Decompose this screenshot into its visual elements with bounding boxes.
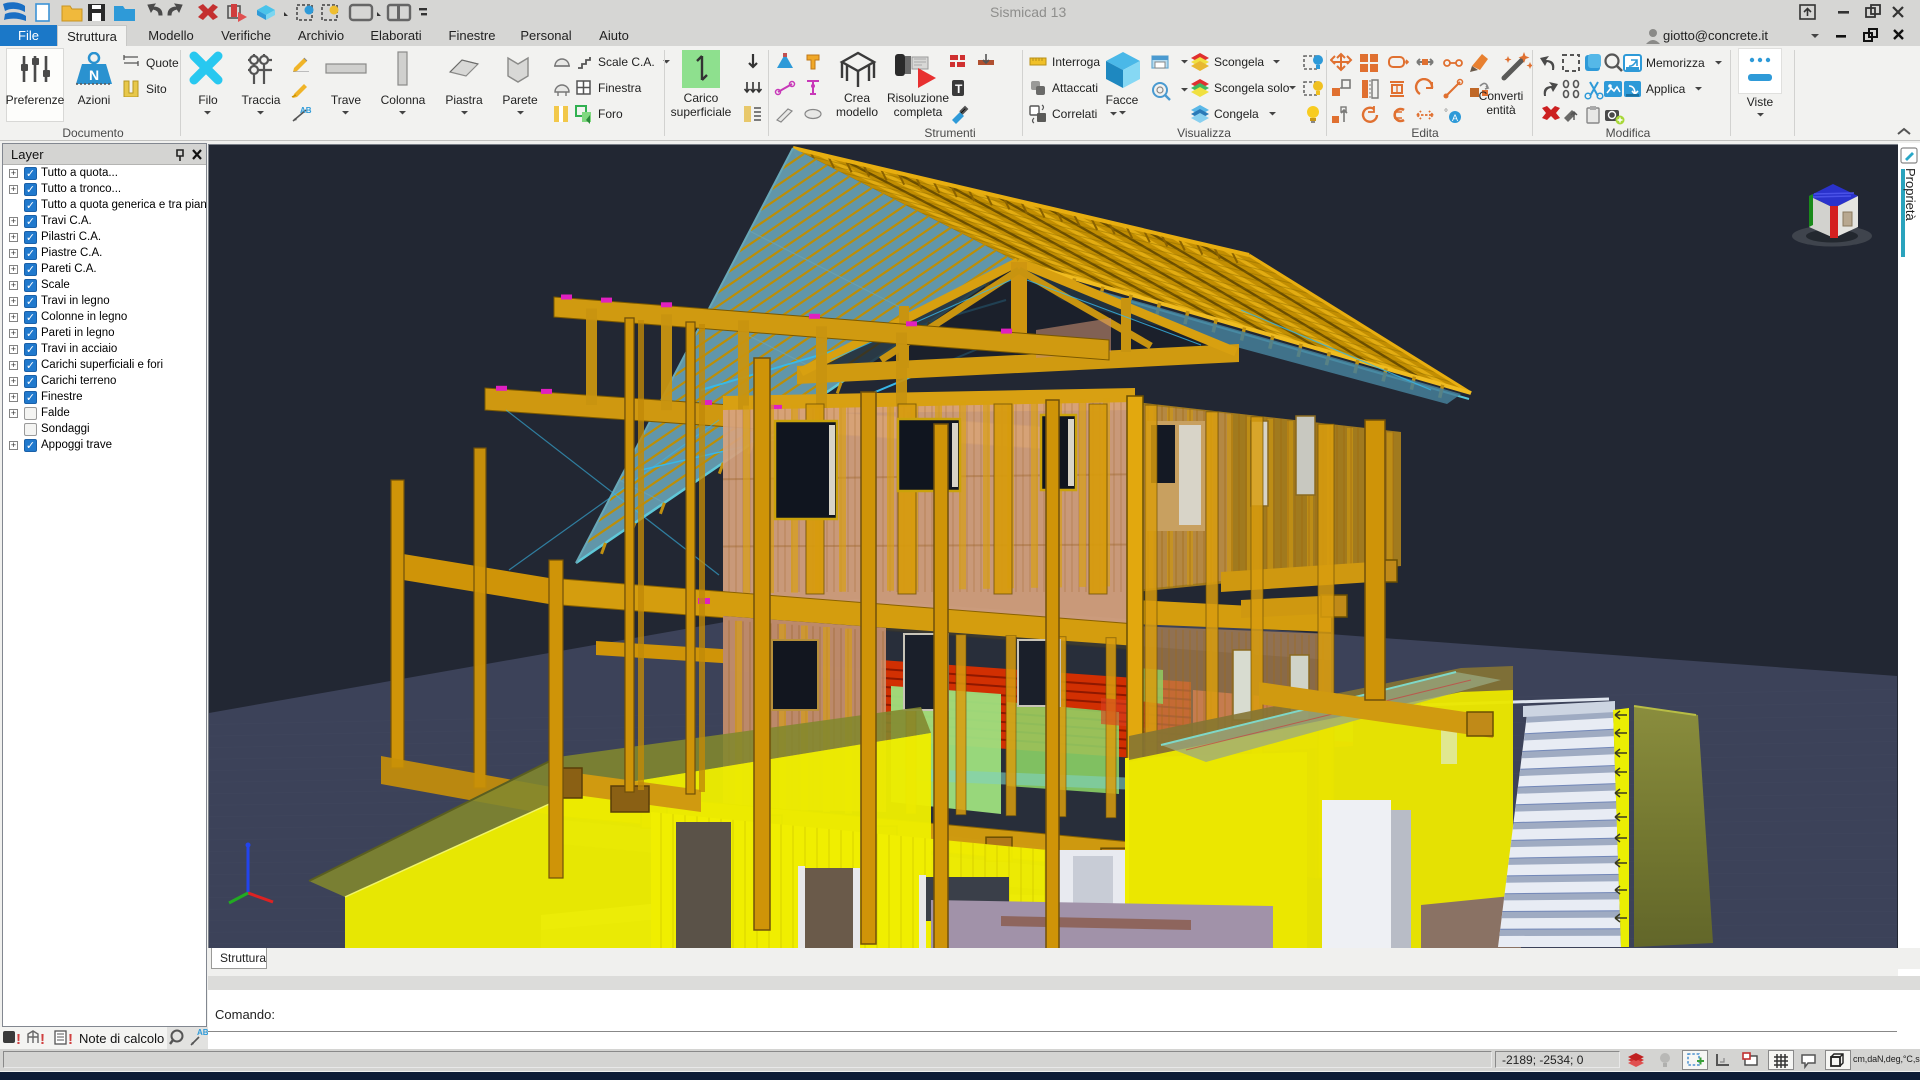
svg-text:°: ° — [1444, 108, 1448, 119]
svg-text:!: ! — [68, 1031, 73, 1048]
svg-text:A: A — [1452, 113, 1458, 123]
svg-text:AB: AB — [300, 106, 312, 115]
svg-text:N: N — [89, 67, 99, 83]
svg-text:!: ! — [16, 1031, 21, 1048]
svg-text:AB: AB — [197, 1028, 208, 1037]
svg-text:T: T — [955, 82, 963, 96]
svg-text:!: ! — [40, 1031, 45, 1048]
